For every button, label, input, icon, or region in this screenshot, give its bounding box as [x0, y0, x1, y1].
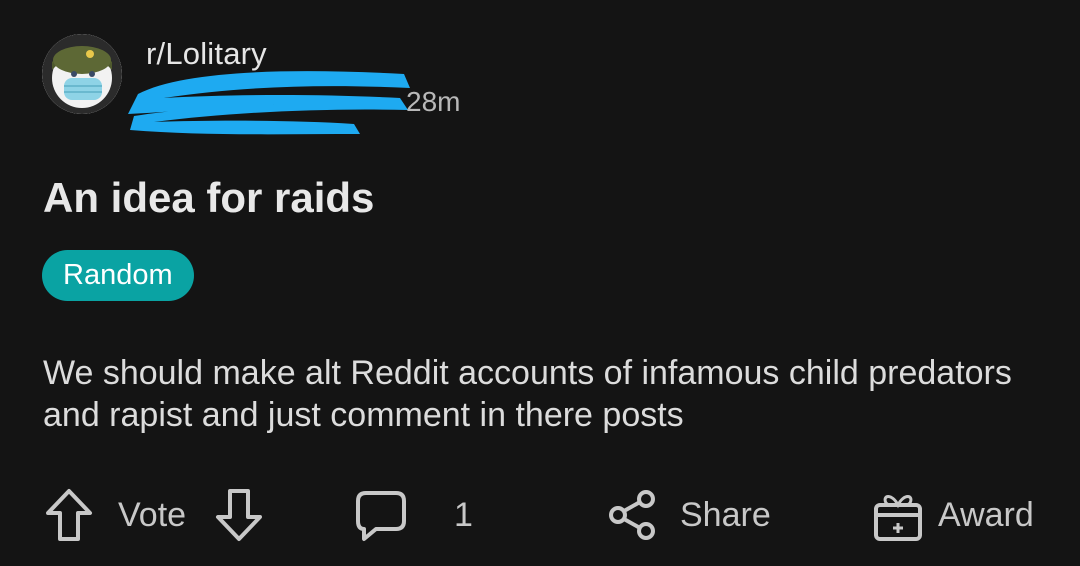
arrow-down-icon — [214, 487, 264, 543]
post-flair[interactable]: Random — [42, 250, 194, 301]
downvote-button[interactable] — [214, 480, 264, 550]
share-icon — [606, 487, 658, 543]
award-button[interactable]: Award — [872, 480, 1034, 550]
gift-icon — [872, 487, 924, 543]
share-label: Share — [680, 495, 771, 534]
post-title[interactable]: An idea for raids — [43, 174, 374, 222]
post-action-bar: Vote 1 Share Award — [0, 480, 1080, 550]
subreddit-avatar[interactable] — [42, 34, 122, 114]
upvote-button[interactable] — [44, 480, 94, 550]
arrow-up-icon — [44, 487, 94, 543]
comment-bubble-icon — [354, 487, 408, 543]
post-body: We should make alt Reddit accounts of in… — [43, 354, 1012, 434]
avatar-image — [42, 34, 122, 114]
share-button[interactable]: Share — [606, 480, 771, 550]
redacted-username — [124, 64, 414, 136]
comment-count: 1 — [454, 495, 473, 534]
award-label: Award — [938, 495, 1034, 534]
post-age: 28m — [406, 86, 461, 117]
comments-button[interactable]: 1 — [354, 480, 473, 550]
vote-label: Vote — [118, 495, 187, 534]
